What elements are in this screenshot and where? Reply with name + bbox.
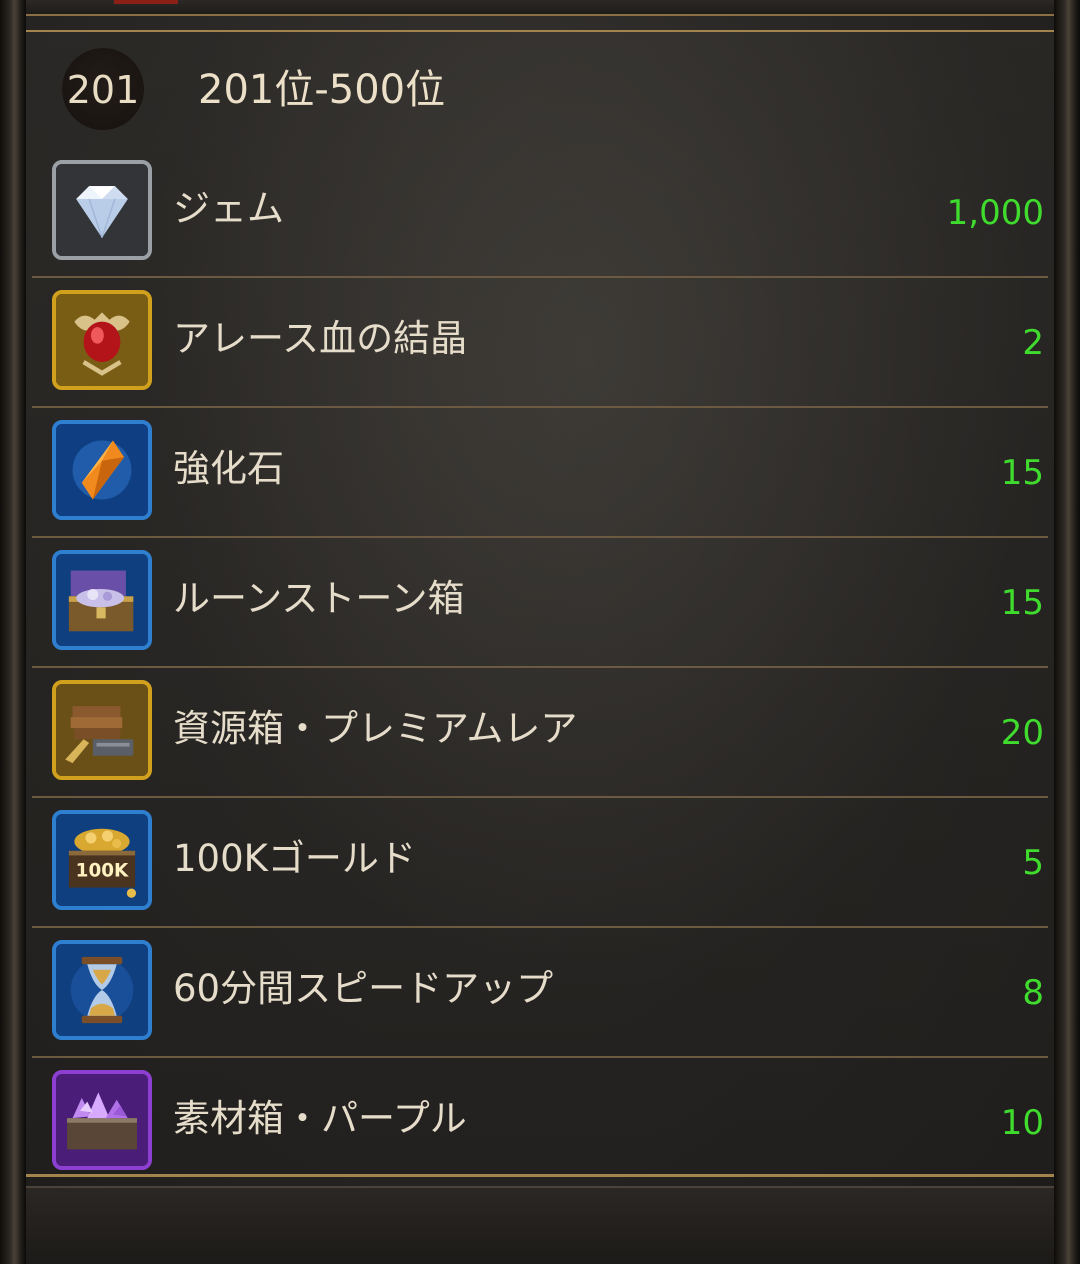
rank-reward-panel: 201 201位-500位 ジェム 1,000 アレース血の結晶 2 強化石 1… — [26, 30, 1054, 1177]
reward-row-enhancement-stone[interactable]: 強化石 15 — [32, 408, 1048, 538]
reward-row-gold[interactable]: 100K 100Kゴールド 5 — [32, 798, 1048, 928]
rank-badge: 201 — [62, 48, 144, 130]
reward-name: 資源箱・プレミアムレア — [173, 707, 578, 750]
reward-quantity: 5 — [1022, 843, 1044, 883]
hourglass-icon — [52, 940, 152, 1040]
enhancement-stone-icon — [52, 420, 152, 520]
reward-name: アレース血の結晶 — [173, 317, 468, 360]
reward-row-gems[interactable]: ジェム 1,000 — [32, 148, 1048, 278]
rank-range-title: 201位-500位 — [198, 67, 446, 113]
reward-name: ルーンストーン箱 — [173, 577, 465, 620]
reward-name: ジェム — [173, 187, 284, 230]
previous-panel-icon-edge — [114, 0, 178, 4]
resource-box-icon — [52, 680, 152, 780]
reward-quantity: 10 — [1000, 1103, 1044, 1143]
reward-row-blood-crystal[interactable]: アレース血の結晶 2 — [32, 278, 1048, 408]
reward-name: 60分間スピードアップ — [173, 967, 554, 1010]
right-pillar — [1054, 0, 1080, 1264]
reward-list: ジェム 1,000 アレース血の結晶 2 強化石 15 ルーンストーン箱 15 … — [32, 148, 1048, 1186]
reward-name: 素材箱・パープル — [173, 1097, 467, 1140]
rank-header: 201 201位-500位 — [26, 32, 1054, 154]
next-panel-edge — [26, 1186, 1054, 1264]
blood-crystal-icon — [52, 290, 152, 390]
reward-quantity: 15 — [1000, 583, 1044, 623]
reward-name: 強化石 — [173, 447, 284, 490]
diamond-icon — [52, 160, 152, 260]
reward-quantity: 15 — [1000, 453, 1044, 493]
reward-screen: 201 201位-500位 ジェム 1,000 アレース血の結晶 2 強化石 1… — [0, 0, 1080, 1264]
reward-quantity: 1,000 — [946, 193, 1044, 233]
runestone-chest-icon — [52, 550, 152, 650]
gold-chest-icon: 100K — [52, 810, 152, 910]
reward-row-speedup[interactable]: 60分間スピードアップ 8 — [32, 928, 1048, 1058]
reward-quantity: 8 — [1022, 973, 1044, 1013]
previous-panel-edge — [26, 0, 1054, 16]
reward-quantity: 20 — [1000, 713, 1044, 753]
reward-quantity: 2 — [1022, 323, 1044, 363]
reward-row-runestone-chest[interactable]: ルーンストーン箱 15 — [32, 538, 1048, 668]
left-pillar — [0, 0, 26, 1264]
gold-chest-label: 100K — [76, 861, 129, 882]
reward-row-material-box[interactable]: 素材箱・パープル 10 — [32, 1058, 1048, 1186]
reward-name: 100Kゴールド — [173, 837, 416, 880]
reward-row-resource-box[interactable]: 資源箱・プレミアムレア 20 — [32, 668, 1048, 798]
material-box-purple-icon — [52, 1070, 152, 1170]
